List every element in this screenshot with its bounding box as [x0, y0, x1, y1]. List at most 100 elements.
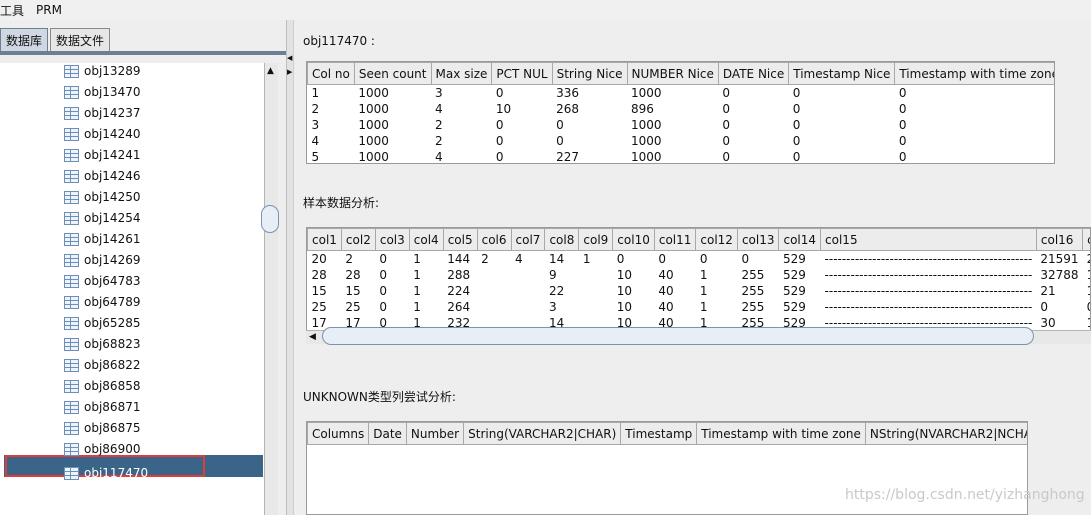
object-tree[interactable]: obj13289 obj13470 obj14237 obj14240 obj14241…: [0, 63, 264, 515]
tree-item[interactable]: obj14261: [64, 229, 140, 249]
tree-item[interactable]: obj68823: [64, 334, 140, 354]
table-cell: 1: [1083, 315, 1090, 330]
tab-database[interactable]: 数据库: [0, 28, 49, 52]
tree-item[interactable]: obj86858: [64, 376, 140, 396]
tree-item[interactable]: obj117470: [64, 463, 148, 483]
tree-vertical-scrollbar[interactable]: ▲: [261, 63, 279, 515]
menu-tools[interactable]: 工具: [0, 2, 30, 19]
column-header[interactable]: String(VARCHAR2|CHAR): [463, 422, 622, 445]
tree-item[interactable]: obj14269: [64, 250, 140, 270]
column-header[interactable]: Date: [368, 422, 407, 445]
column-header[interactable]: String Nice: [551, 62, 628, 85]
sample-grid-scroll-thumb[interactable]: [322, 327, 1034, 345]
column-header[interactable]: Seen count: [353, 62, 432, 85]
tree-item[interactable]: obj14250: [64, 187, 140, 207]
scroll-left-arrow-icon[interactable]: ◀: [309, 332, 316, 342]
tree-item-label: obj14241: [84, 148, 141, 162]
column-header[interactable]: col1: [307, 228, 342, 251]
column-header[interactable]: col10: [612, 228, 655, 251]
tree-item[interactable]: obj64789: [64, 292, 140, 312]
column-header[interactable]: col9: [578, 228, 614, 251]
tree-item[interactable]: obj65285: [64, 313, 140, 333]
tree-item-label: obj14261: [84, 232, 141, 246]
column-header[interactable]: Timestamp with time zone: [696, 422, 866, 445]
column-header[interactable]: DATE Nice: [717, 62, 790, 85]
tree-item[interactable]: obj14246: [64, 166, 140, 186]
table-cell: 28: [345, 268, 361, 282]
column-header[interactable]: col14: [778, 228, 822, 251]
tree-item[interactable]: obj14237: [64, 103, 140, 123]
column-header[interactable]: NUMBER Nice: [626, 62, 719, 85]
table-row[interactable]: 25 25 0 1 264 3 10 40 1 255 529 -------------------…: [308, 299, 1091, 315]
column-header[interactable]: col6: [476, 228, 512, 251]
tree-item[interactable]: obj64783: [64, 271, 140, 291]
table-cell: 0: [722, 134, 731, 148]
tree-item[interactable]: obj86875: [64, 418, 140, 438]
column-header[interactable]: col11: [653, 228, 697, 251]
column-header[interactable]: col2: [340, 228, 376, 251]
column-header[interactable]: Timestamp: [620, 422, 698, 445]
table-cell: 1000: [358, 86, 389, 100]
table-cell: 144: [447, 252, 471, 266]
split-divider[interactable]: ◀ ▶: [286, 20, 294, 515]
column-stats-grid[interactable]: Col no Seen count Max size PCT NUL String Ni…: [306, 61, 1055, 164]
column-header[interactable]: PCT NUL: [491, 62, 553, 85]
tree-item[interactable]: obj86822: [64, 355, 140, 375]
column-header[interactable]: col7: [510, 228, 546, 251]
tree-item[interactable]: obj14240: [64, 124, 140, 144]
column-header[interactable]: Columns: [307, 422, 370, 445]
table-cell: 28: [311, 268, 327, 282]
table-row[interactable]: 3 1000 2 0 0 1000 0 0 0: [308, 117, 1055, 133]
table-row[interactable]: 28 28 0 1 288 9 10 40 1 255 529 -------------------…: [308, 267, 1091, 283]
table-row[interactable]: 2 1000 4 10 268 896 0 0 0: [308, 101, 1055, 117]
column-header[interactable]: Number: [405, 422, 465, 445]
tree-item-label: obj86875: [84, 421, 141, 435]
table-icon: [64, 400, 79, 414]
column-header[interactable]: Timestamp with time zone Nice: [894, 62, 1054, 85]
column-header[interactable]: col5: [442, 228, 478, 251]
tab-datafiles[interactable]: 数据文件: [50, 28, 111, 52]
table-cell: [579, 283, 613, 299]
column-header[interactable]: Timestamp Nice: [788, 62, 896, 85]
tab-underline: [0, 51, 286, 55]
column-header[interactable]: col13: [736, 228, 780, 251]
expand-right-arrow-icon[interactable]: ▶: [287, 68, 292, 76]
tree-item[interactable]: obj13470: [64, 82, 140, 102]
table-cell: 1: [413, 268, 421, 282]
tree-item[interactable]: obj14254: [64, 208, 140, 228]
column-header[interactable]: NString(NVARCHAR2|NCHAR): [864, 422, 1027, 445]
column-header[interactable]: Max size: [430, 62, 493, 85]
scroll-up-arrow-icon[interactable]: ▲: [267, 66, 274, 76]
table-cell: ----------------------------------------…: [824, 284, 1033, 298]
table-cell: 0: [722, 86, 731, 100]
sample-data-grid[interactable]: col1 col2 col3 col4 col5 col6 col7 col8 col9 col1…: [306, 227, 1091, 331]
table-cell: [511, 267, 545, 283]
table-row[interactable]: 5 1000 4 0 227 1000 0 0 0: [308, 149, 1055, 163]
column-header[interactable]: col16: [1035, 228, 1084, 251]
column-header[interactable]: col15: [820, 228, 1037, 251]
column-header[interactable]: col12: [695, 228, 738, 251]
table-row[interactable]: 4 1000 2 0 0 1000 0 0 0: [308, 133, 1055, 149]
table-icon: [64, 466, 79, 480]
column-header[interactable]: col4: [408, 228, 444, 251]
table-row[interactable]: 20 2 0 1 144 2 4 14 1 0 0 0 0 529 --------------------…: [308, 251, 1091, 268]
collapse-left-arrow-icon[interactable]: ◀: [287, 54, 292, 62]
table-cell: 1000: [358, 134, 389, 148]
tree-item[interactable]: obj86900: [64, 439, 140, 459]
table-row[interactable]: 15 15 0 1 224 22 10 40 1 255 529 ------------------…: [308, 283, 1091, 299]
table-cell: 1: [1083, 283, 1090, 299]
column-header[interactable]: col8: [544, 228, 580, 251]
table-cell: 1: [699, 300, 708, 314]
tree-scroll-thumb[interactable]: [261, 205, 279, 233]
tree-item[interactable]: obj13289: [64, 63, 140, 81]
column-header[interactable]: col17: [1082, 228, 1090, 251]
column-header[interactable]: Col no: [307, 62, 355, 85]
tree-item[interactable]: obj86871: [64, 397, 140, 417]
column-header[interactable]: col3: [374, 228, 410, 251]
table-cell: 1000: [358, 118, 389, 132]
table-cell: 1000: [631, 118, 662, 132]
menu-prm[interactable]: PRM: [30, 3, 68, 17]
sample-grid-horizontal-scrollbar[interactable]: ◀: [306, 327, 1091, 345]
table-row[interactable]: 1 1000 3 0 336 1000 0 0 0: [308, 85, 1055, 102]
tree-item[interactable]: obj14241: [64, 145, 140, 165]
